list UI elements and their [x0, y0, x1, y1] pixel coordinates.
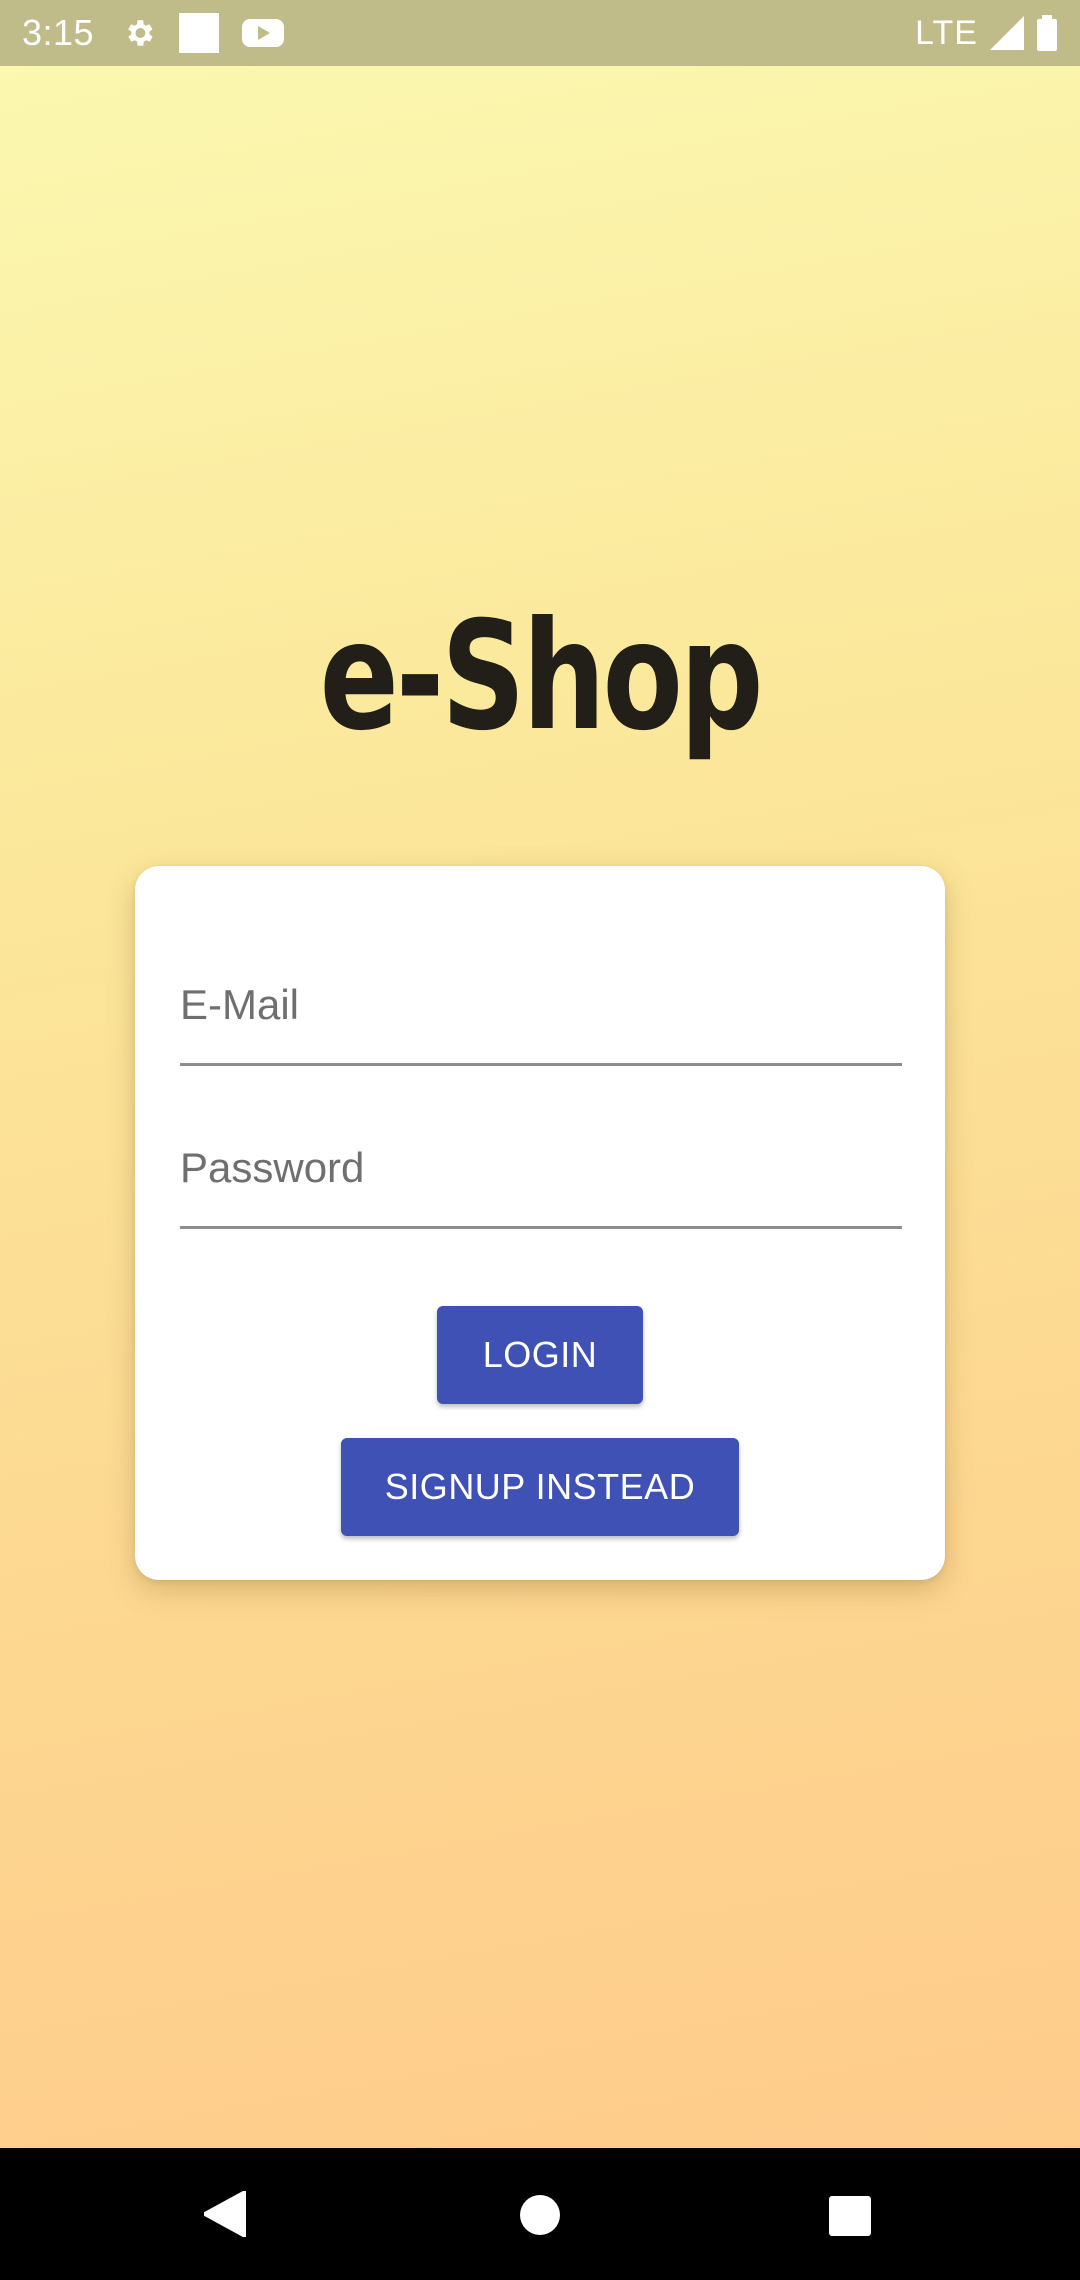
youtube-icon — [242, 17, 285, 49]
signup-instead-button[interactable]: SIGNUP INSTEAD — [341, 1438, 739, 1536]
settings-icon — [122, 16, 156, 50]
network-type: LTE — [915, 13, 978, 52]
login-button[interactable]: LOGIN — [437, 1306, 643, 1404]
password-field[interactable] — [180, 1144, 902, 1192]
email-field-container — [180, 956, 902, 1066]
email-field[interactable] — [180, 981, 902, 1029]
notification-icons — [122, 12, 285, 54]
status-right: LTE — [915, 14, 1058, 53]
recents-icon[interactable] — [829, 2196, 871, 2236]
square-icon — [178, 12, 220, 54]
back-icon[interactable] — [204, 2191, 246, 2237]
app-title: e-Shop — [319, 590, 764, 764]
home-icon[interactable] — [520, 2195, 560, 2235]
signal-icon — [990, 16, 1024, 50]
password-field-container — [180, 1119, 902, 1229]
battery-icon — [1036, 15, 1058, 51]
status-bar: 3:15 LTE — [0, 0, 1080, 66]
navigation-bar — [0, 2148, 1080, 2280]
status-time: 3:15 — [22, 12, 95, 53]
login-card: LOGIN SIGNUP INSTEAD — [135, 866, 945, 1580]
